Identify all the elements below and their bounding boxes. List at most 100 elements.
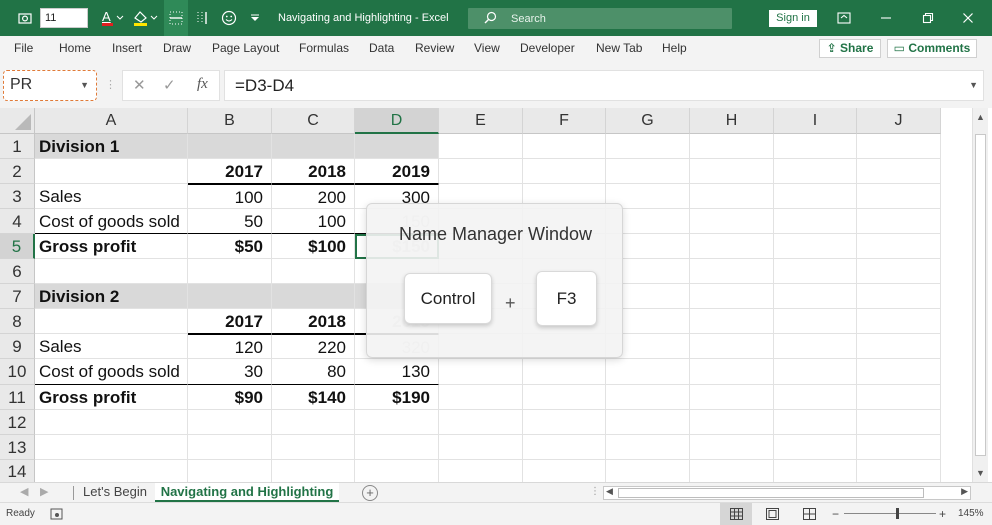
tab-draw[interactable]: Draw [163,36,191,60]
cell-h2[interactable] [690,159,774,184]
cell-e12[interactable] [439,410,523,435]
chevron-down-icon[interactable]: ▼ [80,71,89,99]
zoom-level[interactable]: 145% [958,503,984,525]
cell-a2[interactable] [35,159,188,184]
cell-b13[interactable] [188,435,272,460]
row-header-10[interactable]: 10 [0,359,35,385]
page-break-view-icon[interactable] [803,503,816,525]
cell-c8[interactable]: 2018 [272,309,355,334]
cell-b3[interactable]: 100 [188,184,272,209]
sheet-tab-navigating[interactable]: Navigating and Highlighting [155,483,339,502]
cell-i3[interactable] [774,184,857,209]
cell-h5[interactable] [690,234,774,259]
cell-b4[interactable]: 50 [188,209,272,234]
cell-d14[interactable] [355,460,439,482]
cell-c13[interactable] [272,435,355,460]
column-header-g[interactable]: G [606,108,690,134]
tab-developer[interactable]: Developer [520,36,575,60]
cell-d1[interactable] [355,134,439,159]
cell-c3[interactable]: 200 [272,184,355,209]
cell-c1[interactable] [272,134,355,159]
cell-c14[interactable] [272,460,355,482]
restore-icon[interactable] [914,0,942,36]
cell-j9[interactable] [857,334,941,359]
cell-b9[interactable]: 120 [188,334,272,359]
scroll-up-icon[interactable]: ▲ [976,112,985,122]
horizontal-scrollbar-thumb[interactable] [618,488,924,498]
cell-j2[interactable] [857,159,941,184]
column-header-h[interactable]: H [690,108,774,134]
tab-data[interactable]: Data [369,36,394,60]
cell-g12[interactable] [606,410,690,435]
cell-g10[interactable] [606,359,690,385]
row-header-4[interactable]: 4 [0,209,35,234]
column-header-c[interactable]: C [272,108,355,134]
cell-a7[interactable]: Division 2 [35,284,188,309]
sign-in-button[interactable]: Sign in [769,10,817,27]
tab-view[interactable]: View [474,36,500,60]
cell-b2[interactable]: 2017 [188,159,272,184]
cell-j7[interactable] [857,284,941,309]
cell-d2[interactable]: 2019 [355,159,439,184]
cell-j14[interactable] [857,460,941,482]
cell-d10[interactable]: 130 [355,359,439,385]
camera-icon[interactable] [14,0,36,36]
tab-splitter-icon[interactable]: ⋮ [590,486,600,497]
minimize-icon[interactable] [872,0,900,36]
row-header-8[interactable]: 8 [0,309,35,334]
cell-d11[interactable]: $190 [355,385,439,410]
cell-e1[interactable] [439,134,523,159]
cell-h10[interactable] [690,359,774,385]
cell-h12[interactable] [690,410,774,435]
cell-a14[interactable] [35,460,188,482]
cell-h13[interactable] [690,435,774,460]
cell-b11[interactable]: $90 [188,385,272,410]
cell-f10[interactable] [523,359,606,385]
cell-j12[interactable] [857,410,941,435]
cell-j8[interactable] [857,309,941,334]
cell-j13[interactable] [857,435,941,460]
tab-file[interactable]: File [14,36,33,60]
cell-e13[interactable] [439,435,523,460]
column-header-d[interactable]: D [355,108,439,134]
cell-a5[interactable]: Gross profit [35,234,188,259]
column-header-a[interactable]: A [35,108,188,134]
cell-i12[interactable] [774,410,857,435]
customize-toolbar-icon[interactable] [246,0,264,36]
row-header-11[interactable]: 11 [0,385,35,410]
page-layout-view-icon[interactable] [766,503,779,525]
cell-e14[interactable] [439,460,523,482]
cell-e2[interactable] [439,159,523,184]
column-header-e[interactable]: E [439,108,523,134]
cell-c9[interactable]: 220 [272,334,355,359]
fill-color-icon[interactable] [130,0,160,36]
cell-f2[interactable] [523,159,606,184]
cell-f12[interactable] [523,410,606,435]
scroll-left-icon[interactable]: ◀ [606,486,613,497]
tab-formulas[interactable]: Formulas [299,36,349,60]
cell-a6[interactable] [35,259,188,284]
cell-c10[interactable]: 80 [272,359,355,385]
vertical-scrollbar[interactable]: ▲ ▼ [972,108,988,482]
cell-c2[interactable]: 2018 [272,159,355,184]
cell-g1[interactable] [606,134,690,159]
column-header-j[interactable]: J [857,108,941,134]
scroll-down-icon[interactable]: ▼ [976,468,985,478]
cell-b14[interactable] [188,460,272,482]
horizontal-scrollbar[interactable]: ◀ ▶ [603,486,971,500]
font-size-input[interactable]: 11 [40,8,88,28]
cancel-icon[interactable]: ✕ [133,76,146,94]
cell-h14[interactable] [690,460,774,482]
cell-i9[interactable] [774,334,857,359]
tab-help[interactable]: Help [662,36,687,60]
cell-j6[interactable] [857,259,941,284]
row-header-2[interactable]: 2 [0,159,35,184]
row-header-14[interactable]: 14 [0,460,35,482]
row-header-12[interactable]: 12 [0,410,35,435]
cell-h1[interactable] [690,134,774,159]
cell-j10[interactable] [857,359,941,385]
cell-h11[interactable] [690,385,774,410]
cell-b7[interactable] [188,284,272,309]
cell-g2[interactable] [606,159,690,184]
row-header-13[interactable]: 13 [0,435,35,460]
